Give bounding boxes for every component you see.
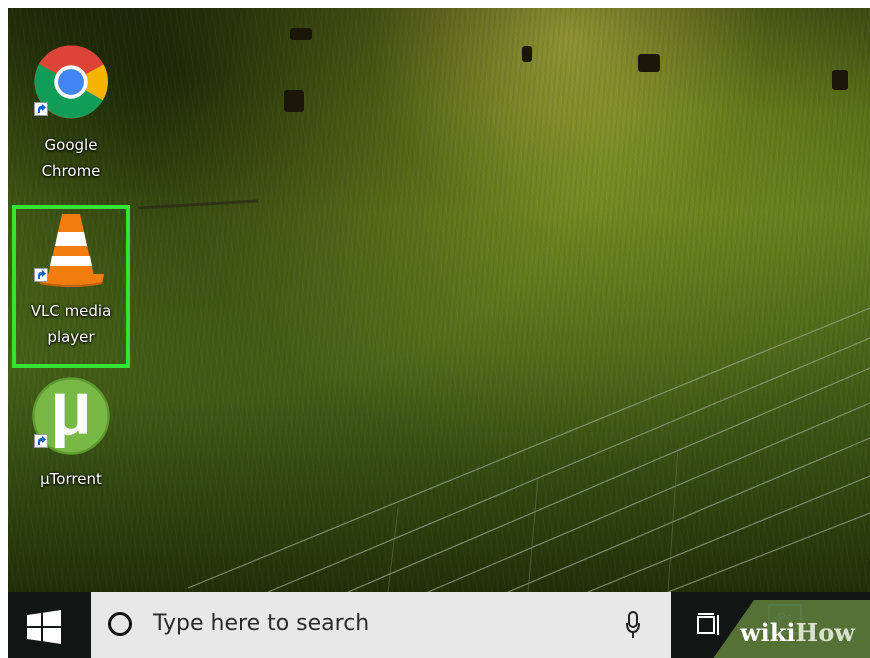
- desktop-icon-utorrent[interactable]: µTorrent: [14, 374, 128, 494]
- icon-label: µTorrent: [40, 470, 102, 488]
- cortana-circle-icon: [108, 612, 132, 636]
- microphone-icon[interactable]: [626, 611, 640, 639]
- desktop-wallpaper: [8, 8, 870, 592]
- task-view-icon[interactable]: [696, 612, 722, 638]
- shortcut-arrow-icon: [34, 102, 48, 116]
- wikihow-watermark: wikiHow: [740, 618, 855, 647]
- wire-fence: [137, 199, 870, 592]
- icon-label: Google Chrome: [41, 136, 101, 180]
- search-placeholder: Type here to search: [153, 611, 370, 636]
- taskbar-search-box[interactable]: Type here to search: [91, 592, 671, 658]
- desktop-icon-google-chrome[interactable]: Google Chrome: [14, 40, 128, 190]
- shortcut-arrow-icon: [34, 434, 48, 448]
- selection-highlight: [12, 205, 130, 368]
- windows-logo-icon[interactable]: [26, 610, 62, 644]
- screenshot-frame: Google Chrome VLC media player µTorrent …: [0, 0, 870, 658]
